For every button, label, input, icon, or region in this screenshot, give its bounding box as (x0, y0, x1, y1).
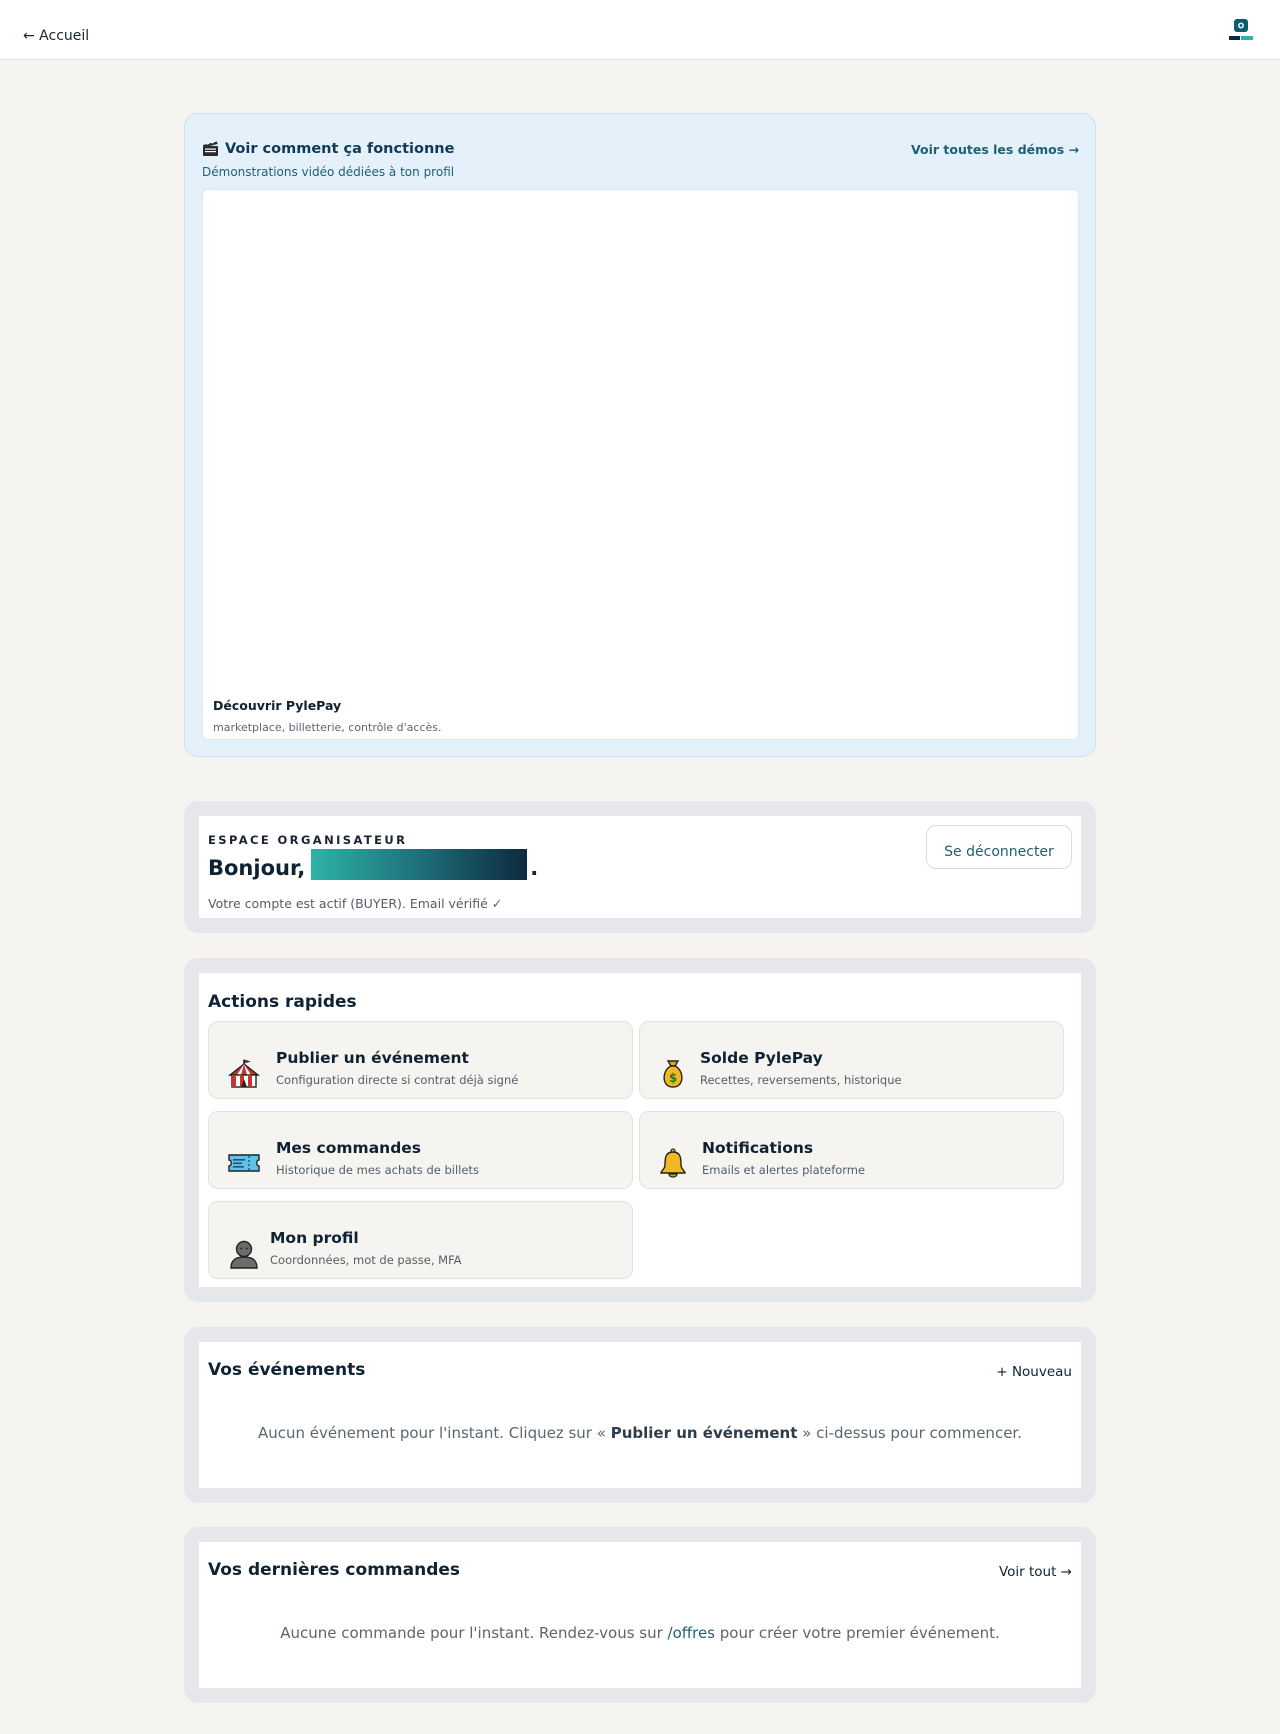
demo-subtitle: Démonstrations vidéo dédiées à ton profi… (202, 165, 455, 179)
bell-icon (660, 1148, 686, 1178)
events-empty-text-after: » ci-dessus pour commencer. (797, 1424, 1022, 1442)
orders-empty-text-before: Aucune commande pour l'instant. Rendez-v… (280, 1624, 668, 1642)
action-description: Recettes, reversements, historique (700, 1073, 902, 1087)
action-description: Emails et alertes plateforme (702, 1163, 866, 1177)
events-panel-inner: Vos événements + Nouveau Aucun événement… (199, 1342, 1081, 1488)
quick-actions-panel: Actions rapides Publier un événement Con… (184, 958, 1096, 1302)
demo-title-row: Voir comment ça fonctionne (202, 140, 454, 157)
clapperboard-icon (203, 141, 218, 156)
ticket-icon (228, 1154, 260, 1172)
action-description: Historique de mes achats de billets (276, 1163, 479, 1177)
action-title: Notifications (702, 1139, 814, 1157)
person-icon (230, 1240, 258, 1269)
new-event-link[interactable]: + Nouveau (996, 1364, 1072, 1380)
events-panel: Vos événements + Nouveau Aucun événement… (184, 1327, 1096, 1503)
all-orders-link[interactable]: Voir tout → (999, 1564, 1072, 1580)
svg-text:$: $ (669, 1071, 677, 1085)
action-description: Coordonnées, mot de passe, MFA (270, 1253, 462, 1267)
events-empty-state: Aucun événement pour l'instant. Cliquez … (199, 1424, 1081, 1442)
greeting-suffix: . (530, 856, 539, 880)
events-empty-text-before: Aucun événement pour l'instant. Cliquez … (258, 1424, 611, 1442)
events-empty-text-bold: Publier un événement (610, 1424, 798, 1442)
greeting: Bonjour, . (208, 849, 538, 880)
demo-title: Voir comment ça fonctionne (225, 140, 455, 157)
logout-button[interactable]: Se déconnecter (926, 825, 1072, 869)
video-player[interactable]: Découvrir PylePay marketplace, billetter… (202, 189, 1079, 740)
pylepay-logo[interactable] (1227, 18, 1255, 44)
quick-actions-title: Actions rapides (208, 992, 357, 1012)
redacted-username (311, 849, 528, 880)
action-title: Solde PylePay (700, 1049, 823, 1067)
action-my-profile[interactable]: Mon profil Coordonnées, mot de passe, MF… (208, 1201, 633, 1279)
action-title: Mes commandes (276, 1139, 422, 1157)
orders-title: Vos dernières commandes (208, 1560, 461, 1580)
top-bar: ← Accueil (0, 0, 1280, 60)
welcome-panel-inner: ESPACE ORGANISATEUR Bonjour, . Votre com… (199, 816, 1081, 918)
account-status: Votre compte est actif (BUYER). Email vé… (208, 896, 503, 911)
video-description: marketplace, billetterie, contrôle d'acc… (213, 721, 442, 734)
orders-empty-text-after: pour créer votre premier événement. (715, 1624, 1000, 1642)
welcome-panel: ESPACE ORGANISATEUR Bonjour, . Votre com… (184, 801, 1096, 933)
circus-tent-icon (227, 1059, 261, 1088)
events-title: Vos événements (208, 1360, 366, 1380)
action-balance[interactable]: $ Solde PylePay Recettes, reversements, … (639, 1021, 1064, 1099)
orders-panel-inner: Vos dernières commandes Voir tout → Aucu… (199, 1542, 1081, 1688)
all-demos-link[interactable]: Voir toutes les démos → (911, 142, 1079, 157)
video-title: Découvrir PylePay (213, 698, 342, 713)
demo-card: Voir comment ça fonctionne Démonstration… (184, 113, 1096, 757)
money-bag-icon: $ (663, 1060, 683, 1088)
offers-link[interactable]: /offres (668, 1624, 715, 1642)
orders-panel: Vos dernières commandes Voir tout → Aucu… (184, 1527, 1096, 1703)
quick-actions-inner: Actions rapides Publier un événement Con… (199, 973, 1081, 1287)
space-eyebrow: ESPACE ORGANISATEUR (208, 833, 408, 847)
orders-empty-state: Aucune commande pour l'instant. Rendez-v… (199, 1624, 1081, 1642)
action-title: Publier un événement (276, 1049, 469, 1067)
greeting-prefix: Bonjour, (208, 856, 306, 880)
action-description: Configuration directe si contrat déjà si… (276, 1073, 519, 1087)
action-title: Mon profil (270, 1229, 359, 1247)
back-home-link[interactable]: ← Accueil (23, 28, 89, 44)
action-my-orders[interactable]: Mes commandes Historique de mes achats d… (208, 1111, 633, 1189)
action-publish-event[interactable]: Publier un événement Configuration direc… (208, 1021, 633, 1099)
action-notifications[interactable]: Notifications Emails et alertes platefor… (639, 1111, 1064, 1189)
